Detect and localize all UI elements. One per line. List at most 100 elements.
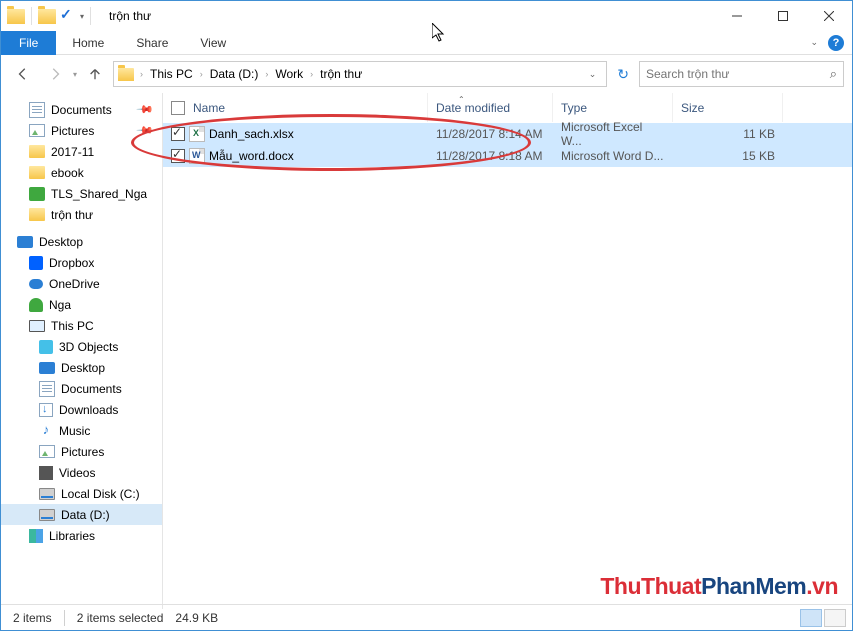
shared-folder-icon xyxy=(29,187,45,201)
file-list: ⌃ Name Date modified Type Size Danh_sach… xyxy=(163,93,852,609)
address-bar[interactable]: › This PC › Data (D:) › Work › trộn thư … xyxy=(113,61,607,87)
breadcrumb-tronthu[interactable]: trộn thư xyxy=(317,67,365,81)
pin-icon: 📌 xyxy=(136,121,155,140)
3d-icon xyxy=(39,340,53,354)
file-date: 11/28/2017 8:18 AM xyxy=(428,145,553,167)
forward-button[interactable] xyxy=(41,62,69,86)
picture-icon xyxy=(29,124,45,137)
pc-icon xyxy=(29,320,45,332)
status-size: 24.9 KB xyxy=(175,611,218,625)
file-row[interactable]: Mẫu_word.docx 11/28/2017 8:18 AM Microso… xyxy=(163,145,852,167)
nav-desktop[interactable]: Desktop xyxy=(1,231,162,252)
nav-pc-videos[interactable]: Videos xyxy=(1,462,162,483)
watermark: ThuThuatPhanMem.vn xyxy=(600,573,838,600)
chevron-right-icon[interactable]: › xyxy=(310,69,313,79)
nav-pc-localc[interactable]: Local Disk (C:) xyxy=(1,483,162,504)
file-date: 11/28/2017 8:14 AM xyxy=(428,123,553,145)
col-type[interactable]: Type xyxy=(553,93,673,122)
back-button[interactable] xyxy=(9,62,37,86)
folder-icon xyxy=(118,68,134,81)
onedrive-icon xyxy=(29,279,43,289)
nav-3dobjects[interactable]: 3D Objects xyxy=(1,336,162,357)
nav-nga[interactable]: Nga xyxy=(1,294,162,315)
navigation-pane: Documents📌 Pictures📌 2017-11 ebook TLS_S… xyxy=(1,93,163,609)
col-name[interactable]: Name xyxy=(163,93,428,122)
nav-pc-music[interactable]: ♪Music xyxy=(1,420,162,441)
folder-icon[interactable] xyxy=(38,9,56,24)
desktop-icon xyxy=(39,362,55,374)
maximize-button[interactable] xyxy=(760,1,806,31)
column-headers: Name Date modified Type Size xyxy=(163,93,852,123)
breadcrumb-work[interactable]: Work xyxy=(272,67,306,81)
nav-thispc[interactable]: This PC xyxy=(1,315,162,336)
sort-asc-icon: ⌃ xyxy=(458,95,465,104)
address-dropdown-icon[interactable]: ⌄ xyxy=(583,69,603,80)
col-size[interactable]: Size xyxy=(673,93,783,122)
qat-dropdown-icon[interactable]: ▾ xyxy=(80,12,84,21)
picture-icon xyxy=(39,445,55,458)
nav-pc-pictures[interactable]: Pictures xyxy=(1,441,162,462)
history-dropdown-icon[interactable]: ▾ xyxy=(73,70,77,79)
help-icon[interactable]: ? xyxy=(828,35,844,51)
status-selected: 2 items selected xyxy=(77,611,164,625)
nav-dropbox[interactable]: Dropbox xyxy=(1,252,162,273)
desktop-icon xyxy=(17,236,33,248)
dropbox-icon xyxy=(29,256,43,270)
check-icon[interactable] xyxy=(58,8,74,24)
file-name: Danh_sach.xlsx xyxy=(209,127,294,141)
nav-tronthu[interactable]: trộn thư xyxy=(1,204,162,225)
search-box[interactable]: ⌕ xyxy=(639,61,844,87)
file-row[interactable]: Danh_sach.xlsx 11/28/2017 8:14 AM Micros… xyxy=(163,123,852,145)
nav-pc-downloads[interactable]: Downloads xyxy=(1,399,162,420)
chevron-right-icon[interactable]: › xyxy=(200,69,203,79)
file-name: Mẫu_word.docx xyxy=(209,149,294,163)
status-count: 2 items xyxy=(13,611,52,625)
chevron-right-icon[interactable]: › xyxy=(140,69,143,79)
download-icon xyxy=(39,403,53,417)
nav-ebook[interactable]: ebook xyxy=(1,162,162,183)
nav-pictures[interactable]: Pictures📌 xyxy=(1,120,162,141)
nav-pc-documents[interactable]: Documents xyxy=(1,378,162,399)
breadcrumb-thispc[interactable]: This PC xyxy=(147,67,196,81)
pin-icon: 📌 xyxy=(136,100,155,119)
folder-icon xyxy=(29,145,45,158)
ribbon-tabs: File Home Share View ⌄ ? xyxy=(1,31,852,55)
home-tab[interactable]: Home xyxy=(56,31,120,55)
video-icon xyxy=(39,466,53,480)
folder-icon xyxy=(29,208,45,221)
search-icon[interactable]: ⌕ xyxy=(830,66,837,82)
nav-tls-shared[interactable]: TLS_Shared_Nga xyxy=(1,183,162,204)
close-button[interactable] xyxy=(806,1,852,31)
col-date[interactable]: Date modified xyxy=(428,93,553,122)
folder-icon xyxy=(29,166,45,179)
nav-pc-desktop[interactable]: Desktop xyxy=(1,357,162,378)
view-thumbnails-button[interactable] xyxy=(824,609,846,627)
document-icon xyxy=(29,102,45,118)
navigation-bar: ▾ › This PC › Data (D:) › Work › trộn th… xyxy=(1,55,852,93)
file-checkbox[interactable] xyxy=(171,127,185,141)
view-tab[interactable]: View xyxy=(184,31,242,55)
nav-pc-datad[interactable]: Data (D:) xyxy=(1,504,162,525)
music-icon: ♪ xyxy=(39,424,53,438)
nav-libraries[interactable]: Libraries xyxy=(1,525,162,546)
expand-ribbon-icon[interactable]: ⌄ xyxy=(810,37,818,48)
folder-icon xyxy=(7,9,25,24)
file-size: 11 KB xyxy=(673,123,783,145)
select-all-checkbox[interactable] xyxy=(171,101,185,115)
document-icon xyxy=(39,381,55,397)
breadcrumb-data[interactable]: Data (D:) xyxy=(207,67,262,81)
search-input[interactable] xyxy=(646,67,830,81)
window-title: trộn thư xyxy=(109,9,151,23)
nav-documents[interactable]: Documents📌 xyxy=(1,99,162,120)
nav-onedrive[interactable]: OneDrive xyxy=(1,273,162,294)
minimize-button[interactable] xyxy=(714,1,760,31)
share-tab[interactable]: Share xyxy=(120,31,184,55)
chevron-right-icon[interactable]: › xyxy=(265,69,268,79)
up-button[interactable] xyxy=(81,62,109,86)
refresh-button[interactable]: ↻ xyxy=(617,66,629,83)
file-checkbox[interactable] xyxy=(171,149,185,163)
view-details-button[interactable] xyxy=(800,609,822,627)
nav-2017-11[interactable]: 2017-11 xyxy=(1,141,162,162)
file-tab[interactable]: File xyxy=(1,31,56,55)
status-bar: 2 items 2 items selected 24.9 KB xyxy=(1,604,852,630)
